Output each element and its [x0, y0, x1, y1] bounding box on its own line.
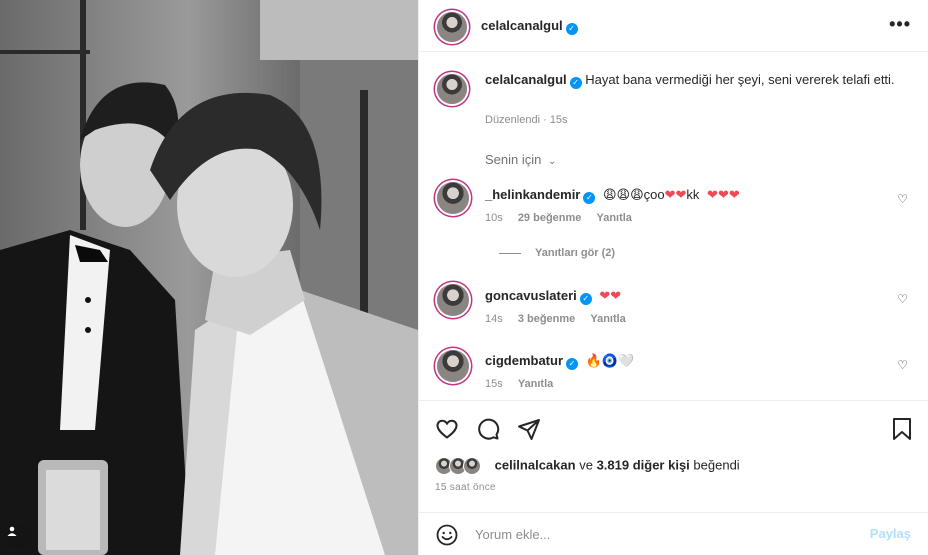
post-photo[interactable]: [0, 0, 418, 555]
photo-illustration: [0, 0, 418, 555]
comment-sort-dropdown[interactable]: Senin için ⌄: [485, 152, 556, 167]
comment-reply-button[interactable]: Yanıtla: [596, 212, 631, 224]
comment-like-heart-icon[interactable]: ♡: [897, 192, 908, 206]
comment-meta: 15s Yanıtla: [485, 378, 565, 390]
author-avatar[interactable]: [437, 12, 467, 42]
comment-item: _helinkandemir ✓ 😩😩😩çoo❤❤kk ❤❤❤: [485, 187, 740, 204]
post-header: celalcanalgul ✓ •••: [419, 0, 928, 52]
comment-time: 14s: [485, 313, 503, 325]
commenter-username[interactable]: goncavuslateri: [485, 288, 577, 303]
comment-body: 😩😩😩çoo: [603, 187, 665, 202]
comment-hearts-2: ❤❤❤: [707, 187, 740, 202]
verified-badge-icon: ✓: [569, 77, 582, 89]
avatar: [463, 457, 481, 475]
comment-hearts: ❤❤: [664, 187, 687, 202]
verified-badge-icon: ✓: [565, 23, 578, 35]
comment-input[interactable]: [475, 523, 835, 545]
action-bar: [419, 400, 928, 460]
commenter-avatar[interactable]: [437, 182, 469, 214]
commenter-username[interactable]: _helinkandemir: [485, 187, 580, 202]
comment-like-heart-icon[interactable]: ♡: [897, 358, 908, 372]
add-comment-bar: Paylaş: [419, 512, 928, 555]
verified-badge-icon: ✓: [583, 192, 596, 204]
post-time-ago: 15 saat önce: [435, 482, 496, 493]
tagged-users-button[interactable]: [6, 525, 30, 549]
comment-hearts: ❤❤: [599, 288, 622, 303]
comment-time: 10s: [485, 212, 503, 224]
comment-emojis: 🔥🧿🤍: [585, 353, 635, 368]
comment-item: cigdembatur ✓ 🔥🧿🤍: [485, 353, 634, 370]
likes-others-count[interactable]: 3.819 diğer kişi: [597, 457, 690, 472]
comment-like-heart-icon[interactable]: ♡: [897, 292, 908, 306]
post-caption: celalcanalgul ✓ Hayat bana vermediği her …: [485, 70, 915, 90]
smiley-icon[interactable]: [435, 523, 459, 547]
heart-outline-icon[interactable]: [435, 417, 459, 441]
verified-badge-icon: ✓: [566, 358, 579, 370]
verified-badge-icon: ✓: [579, 293, 592, 305]
send-icon[interactable]: [517, 417, 541, 441]
comment-likes-count[interactable]: 29 beğenme: [518, 212, 582, 224]
more-horizontal-icon[interactable]: •••: [889, 14, 911, 35]
likes-suffix: beğendi: [693, 457, 740, 473]
edited-timestamp: Düzenlendi · 15s: [485, 114, 568, 126]
author-username[interactable]: celalcanalgul ✓: [481, 18, 578, 35]
comment-icon[interactable]: [476, 417, 500, 441]
comment-likes-count[interactable]: 3 beğenme: [518, 313, 575, 325]
comment-sort-label: Senin için: [485, 152, 542, 167]
post-side-panel: celalcanalgul ✓ ••• celalcanalgul ✓ Hayat …: [418, 0, 928, 555]
comment-time: 15s: [485, 378, 503, 390]
comment-body-2: kk: [686, 187, 700, 202]
likes-summary[interactable]: celilnalcakan ve 3.819 diğer kişi beğend…: [435, 456, 740, 476]
comment-item: goncavuslateri ✓ ❤❤: [485, 288, 621, 305]
caption-author-avatar[interactable]: [437, 74, 467, 104]
chevron-down-icon: ⌄: [548, 156, 557, 167]
commenter-avatar[interactable]: [437, 284, 469, 316]
liker-avatars: [435, 456, 485, 476]
commenter-username[interactable]: cigdembatur: [485, 353, 563, 368]
author-username-text[interactable]: celalcanalgul: [481, 18, 563, 33]
commenter-avatar[interactable]: [437, 350, 469, 382]
comment-meta: 14s 3 beğenme Yanıtla: [485, 313, 638, 325]
bookmark-icon[interactable]: [891, 417, 913, 441]
comment-reply-button[interactable]: Yanıtla: [590, 313, 625, 325]
view-replies-button[interactable]: Yanıtları gör (2): [499, 247, 615, 259]
first-liker-username[interactable]: celilnalcakan: [495, 457, 576, 472]
caption-text: Hayat bana vermediği her şeyi, seni vere…: [585, 72, 895, 87]
likes-connector: ve: [579, 457, 593, 473]
caption-username[interactable]: celalcanalgul: [485, 72, 567, 87]
post-comment-button[interactable]: Paylaş: [870, 526, 911, 541]
comment-meta: 10s 29 beğenme Yanıtla: [485, 212, 644, 224]
person-tag-icon: [7, 526, 17, 536]
comment-reply-button[interactable]: Yanıtla: [518, 378, 553, 390]
